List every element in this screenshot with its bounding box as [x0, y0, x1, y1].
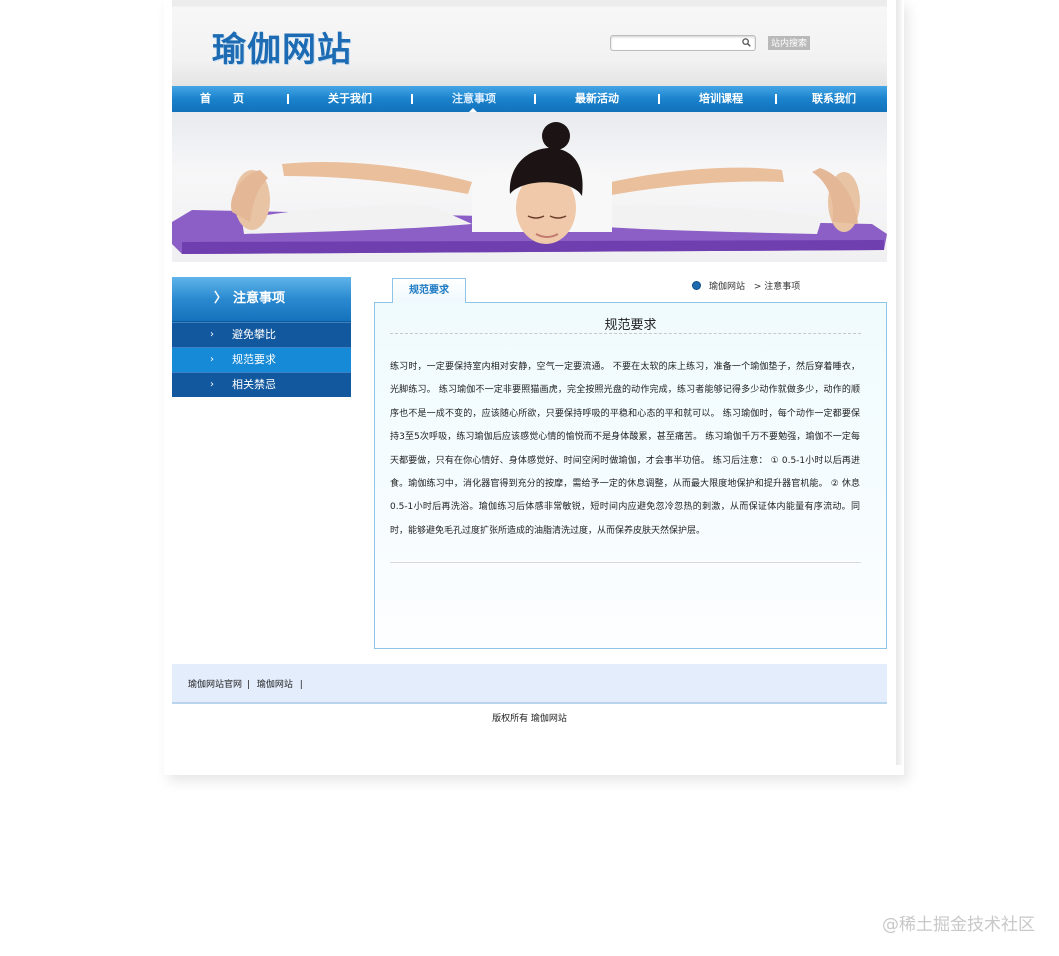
nav-separator	[411, 94, 413, 104]
footer-separator: |	[246, 680, 250, 690]
sidebar-item-label: 规范要求	[232, 353, 276, 366]
chevron-right-icon: ›	[210, 329, 214, 340]
search-icon[interactable]	[742, 38, 751, 47]
site-logo[interactable]: 瑜伽网站	[212, 22, 352, 71]
bullet-icon	[692, 281, 701, 290]
nav-item-home[interactable]: 首 页	[172, 86, 272, 112]
nav-separator	[658, 94, 660, 104]
search-field[interactable]	[610, 35, 756, 56]
site-search-button[interactable]: 站内搜索	[768, 36, 811, 50]
nav-item-events[interactable]: 最新活动	[547, 86, 647, 112]
footer-links: 瑜伽网站官网 | 瑜伽网站 |	[188, 677, 307, 690]
breadcrumb-home[interactable]: 瑜伽网站	[709, 282, 745, 292]
sidebar-item-avoid-comparison[interactable]: › 避免攀比	[172, 322, 351, 347]
copyright: 版权所有 瑜伽网站	[492, 714, 567, 724]
sidebar: 〉注意事项 › 避免攀比 › 规范要求 › 相关禁忌	[172, 277, 351, 397]
watermark: @稀土掘金技术社区	[882, 915, 1035, 935]
article-body: 练习时，一定要保持室内相对安静，空气一定要流通。 不要在太软的床上练习，准备一个…	[390, 362, 860, 536]
sidebar-item-taboos[interactable]: › 相关禁忌	[172, 372, 351, 397]
page-edge	[896, 0, 902, 765]
search-input[interactable]	[611, 42, 739, 56]
footer-link-official[interactable]: 瑜伽网站官网	[188, 680, 242, 690]
sidebar-item-label: 避免攀比	[232, 328, 276, 341]
nav-item-about[interactable]: 关于我们	[300, 86, 400, 112]
sidebar-item-guidelines[interactable]: › 规范要求	[172, 347, 351, 372]
title-divider	[390, 333, 861, 334]
footer-link-site[interactable]: 瑜伽网站	[257, 680, 293, 690]
tab-guidelines[interactable]: 规范要求	[392, 278, 466, 303]
sidebar-title: 〉注意事项	[172, 277, 351, 322]
nav-separator	[775, 94, 777, 104]
article-title: 规范要求	[604, 318, 657, 333]
main-nav: 首 页 关于我们 注意事项 最新活动 培训课程 联系我们	[172, 86, 887, 112]
site-header: 瑜伽网站 站内搜索	[172, 0, 887, 86]
sidebar-title-label: 注意事项	[233, 291, 286, 306]
breadcrumb: 瑜伽网站 > 注意事项	[692, 280, 800, 294]
article-divider	[390, 562, 861, 563]
nav-separator	[287, 94, 289, 104]
breadcrumb-current: > 注意事项	[753, 282, 801, 292]
page-wrapper: 瑜伽网站 站内搜索 首 页 关于我们 注意事项 最新活动 培训课程 联系我们 〉…	[172, 0, 887, 724]
sidebar-item-label: 相关禁忌	[232, 378, 276, 391]
sidebar-title-chevron-icon: 〉	[214, 291, 228, 306]
footer-links-bar: 瑜伽网站官网 | 瑜伽网站 |	[172, 664, 887, 704]
nav-item-contact[interactable]: 联系我们	[784, 86, 884, 112]
chevron-right-icon: ›	[210, 379, 214, 390]
nav-item-courses[interactable]: 培训课程	[671, 86, 771, 112]
footer-separator: |	[299, 680, 303, 690]
chevron-right-icon: ›	[210, 354, 214, 365]
article-panel: 规范要求 练习时，一定要保持室内相对安静，空气一定要流通。 不要在太软的床上练习…	[374, 302, 887, 649]
hero-banner	[172, 112, 887, 262]
nav-separator	[534, 94, 536, 104]
yoga-pose-illustration	[172, 122, 887, 254]
